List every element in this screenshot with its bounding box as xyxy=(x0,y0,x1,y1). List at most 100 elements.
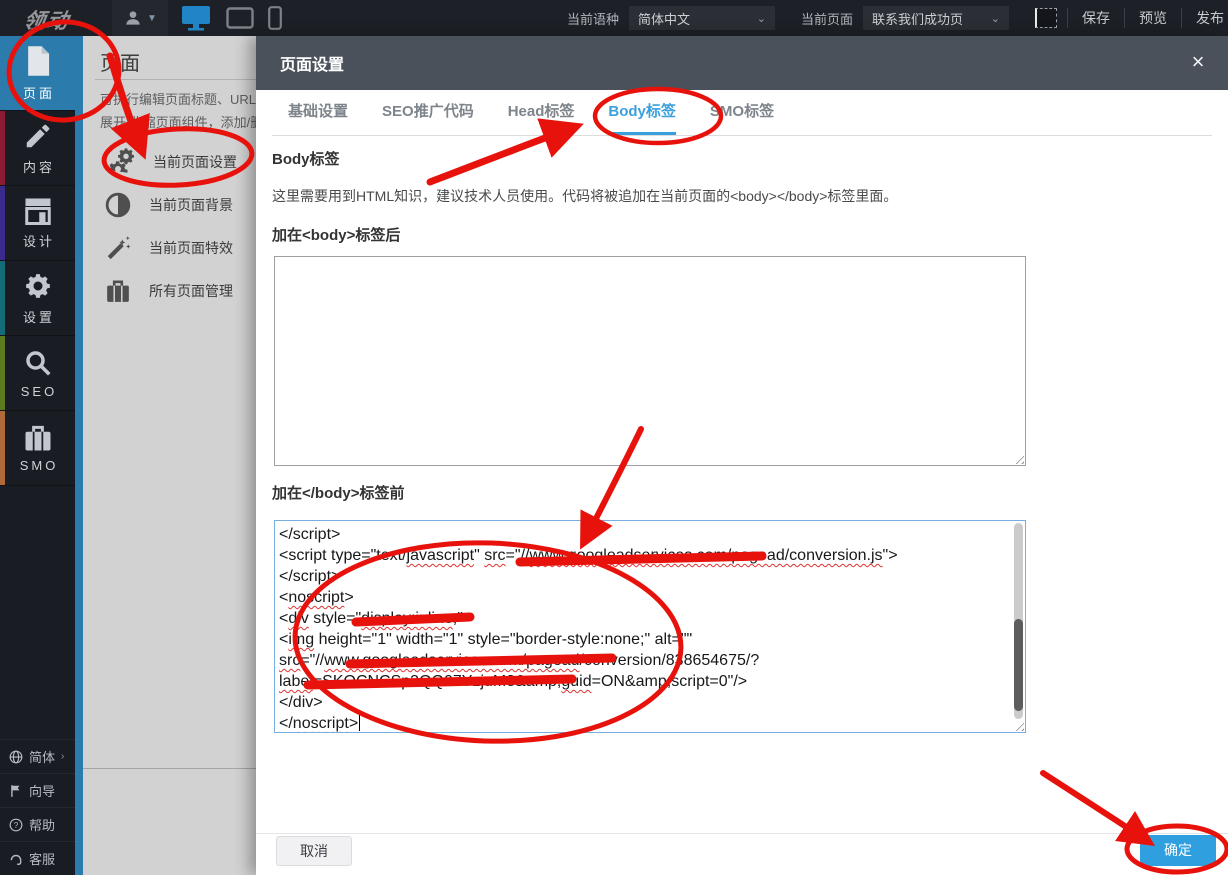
scrollbar xyxy=(1014,523,1023,719)
mobile-view-button[interactable] xyxy=(268,0,282,36)
divider xyxy=(1067,8,1068,28)
sidebar-item-smo[interactable]: SMO xyxy=(0,411,75,486)
divider xyxy=(1124,8,1125,28)
mobile-icon xyxy=(268,6,282,30)
tablet-icon xyxy=(226,7,254,29)
save-button[interactable]: 保存 xyxy=(1078,8,1114,28)
current-page-select-value: 联系我们成功页 xyxy=(872,9,963,28)
publish-button[interactable]: 发布 xyxy=(1192,8,1228,28)
main-sidebar: 页面 内容 设计 设置 SEO SMO xyxy=(0,36,75,875)
toolbar-right: 当前语种 简体中文 ⌄ 当前页面 联系我们成功页 ⌄ 保存 预览 发布 xyxy=(567,0,1228,36)
brand-logo: 领动 xyxy=(21,5,112,35)
svg-text:?: ? xyxy=(14,820,19,829)
app-window: 领动 ▼ 当前语种 简体中文 ⌄ 当前页面 联系我们成功页 xyxy=(0,0,1228,875)
page-settings-dialog: 页面设置 × 基础设置 SEO推广代码 Head标签 Body标签 SMO标签 … xyxy=(256,36,1228,875)
sidebar-item-wizard[interactable]: 向导 xyxy=(0,773,75,807)
stripe xyxy=(0,111,5,185)
before-body-end-input[interactable]: </script><script type="text/javascript" … xyxy=(274,520,1026,733)
stripe xyxy=(0,186,5,260)
user-icon xyxy=(123,8,143,28)
sidebar-item-label: SEO xyxy=(21,384,57,399)
contrast-icon xyxy=(105,192,131,218)
magic-wand-icon xyxy=(105,235,131,261)
gear-icon xyxy=(23,271,53,301)
globe-icon xyxy=(9,750,23,764)
resize-handle[interactable] xyxy=(1012,452,1024,464)
divider xyxy=(256,833,1228,834)
resize-handle[interactable] xyxy=(1012,719,1024,731)
sidebar-item-label: 客服 xyxy=(29,849,55,868)
ok-button[interactable]: 确定 xyxy=(1140,835,1216,866)
menu-item-current-page-effects[interactable]: 当前页面特效 xyxy=(83,226,256,269)
sidebar-item-settings[interactable]: 设置 xyxy=(0,261,75,336)
headset-icon xyxy=(9,852,23,866)
language-select-value: 简体中文 xyxy=(638,9,690,28)
sidebar-item-label: 页面 xyxy=(23,83,55,102)
current-page-label: 当前页面 xyxy=(801,9,853,28)
scrollbar-thumb[interactable] xyxy=(1014,619,1023,711)
before-body-end-label: 加在</body>标签前 xyxy=(272,482,405,503)
border-toggle-icon[interactable] xyxy=(1035,8,1057,28)
sidebar-item-design[interactable]: 设计 xyxy=(0,186,75,261)
chevron-down-icon: ⌄ xyxy=(757,12,766,25)
section-heading: Body标签 xyxy=(272,148,340,169)
panel-description-line2: 展开/收缩页面组件，添加/删除 xyxy=(100,111,256,134)
sidebar-item-seo[interactable]: SEO xyxy=(0,336,75,411)
dialog-header: 页面设置 × xyxy=(256,36,1228,90)
divider xyxy=(83,768,256,769)
tab-body-tag[interactable]: Body标签 xyxy=(608,100,676,135)
text-cursor xyxy=(359,714,360,731)
chevron-down-icon: ⌄ xyxy=(991,12,1000,25)
storefront-icon xyxy=(23,197,53,225)
sidebar-item-label: 简体 xyxy=(29,747,55,766)
desktop-icon xyxy=(180,5,212,31)
current-page-select[interactable]: 联系我们成功页 ⌄ xyxy=(863,6,1009,30)
user-menu[interactable]: ▼ xyxy=(112,0,168,36)
tab-head-tag[interactable]: Head标签 xyxy=(508,100,575,135)
menu-item-all-pages[interactable]: 所有页面管理 xyxy=(83,269,256,312)
chevron-down-icon: ▼ xyxy=(147,13,157,24)
after-body-label: 加在<body>标签后 xyxy=(272,224,400,245)
sidebar-item-label: 内容 xyxy=(23,157,55,176)
tab-seo-code[interactable]: SEO推广代码 xyxy=(382,100,474,135)
menu-item-current-page-background[interactable]: 当前页面背景 xyxy=(83,183,256,226)
tab-smo-tag[interactable]: SMO标签 xyxy=(710,100,774,135)
divider xyxy=(95,79,256,80)
stripe xyxy=(0,261,5,335)
sidebar-item-page[interactable]: 页面 xyxy=(0,36,75,111)
desktop-view-button[interactable] xyxy=(180,0,212,36)
device-switcher xyxy=(176,0,282,36)
cancel-button[interactable]: 取消 xyxy=(276,836,352,866)
sidebar-item-help[interactable]: ? 帮助 xyxy=(0,807,75,841)
search-icon xyxy=(23,348,53,378)
after-body-input[interactable] xyxy=(274,256,1026,466)
close-icon[interactable]: × xyxy=(1182,46,1214,78)
help-icon: ? xyxy=(9,818,23,832)
active-section-stripe xyxy=(75,36,83,875)
top-toolbar: 领动 ▼ 当前语种 简体中文 ⌄ 当前页面 联系我们成功页 xyxy=(0,0,1228,36)
tablet-view-button[interactable] xyxy=(226,0,254,36)
tab-basic-settings[interactable]: 基础设置 xyxy=(288,100,348,135)
stripe xyxy=(0,336,5,410)
sidebar-item-content[interactable]: 内容 xyxy=(0,111,75,186)
divider xyxy=(1181,8,1182,28)
language-select[interactable]: 简体中文 ⌄ xyxy=(629,6,775,30)
dialog-tabs: 基础设置 SEO推广代码 Head标签 Body标签 SMO标签 xyxy=(272,100,1212,136)
dialog-title: 页面设置 xyxy=(280,51,344,75)
sidebar-item-label: 设置 xyxy=(23,307,55,326)
sidebar-item-language[interactable]: 简体 › xyxy=(0,739,75,773)
menu-item-label: 当前页面背景 xyxy=(149,195,233,215)
preview-button[interactable]: 预览 xyxy=(1135,8,1171,28)
sidebar-item-support[interactable]: 客服 xyxy=(0,841,75,875)
menu-item-current-page-settings[interactable]: 当前页面设置 xyxy=(83,140,256,183)
menu-item-label: 所有页面管理 xyxy=(149,281,233,301)
menu-item-label: 当前页面特效 xyxy=(149,238,233,258)
language-label: 当前语种 xyxy=(567,9,619,28)
page-icon xyxy=(23,45,53,77)
panel-menu: 当前页面设置 当前页面背景 当前页面特效 所有页面管理 xyxy=(83,140,256,312)
sidebar-item-label: 向导 xyxy=(29,781,55,800)
sidebar-item-label: SMO xyxy=(20,458,59,473)
code-content: </script><script type="text/javascript" … xyxy=(275,521,1011,732)
panel-title: 页面 xyxy=(100,47,140,76)
stripe xyxy=(0,411,5,485)
